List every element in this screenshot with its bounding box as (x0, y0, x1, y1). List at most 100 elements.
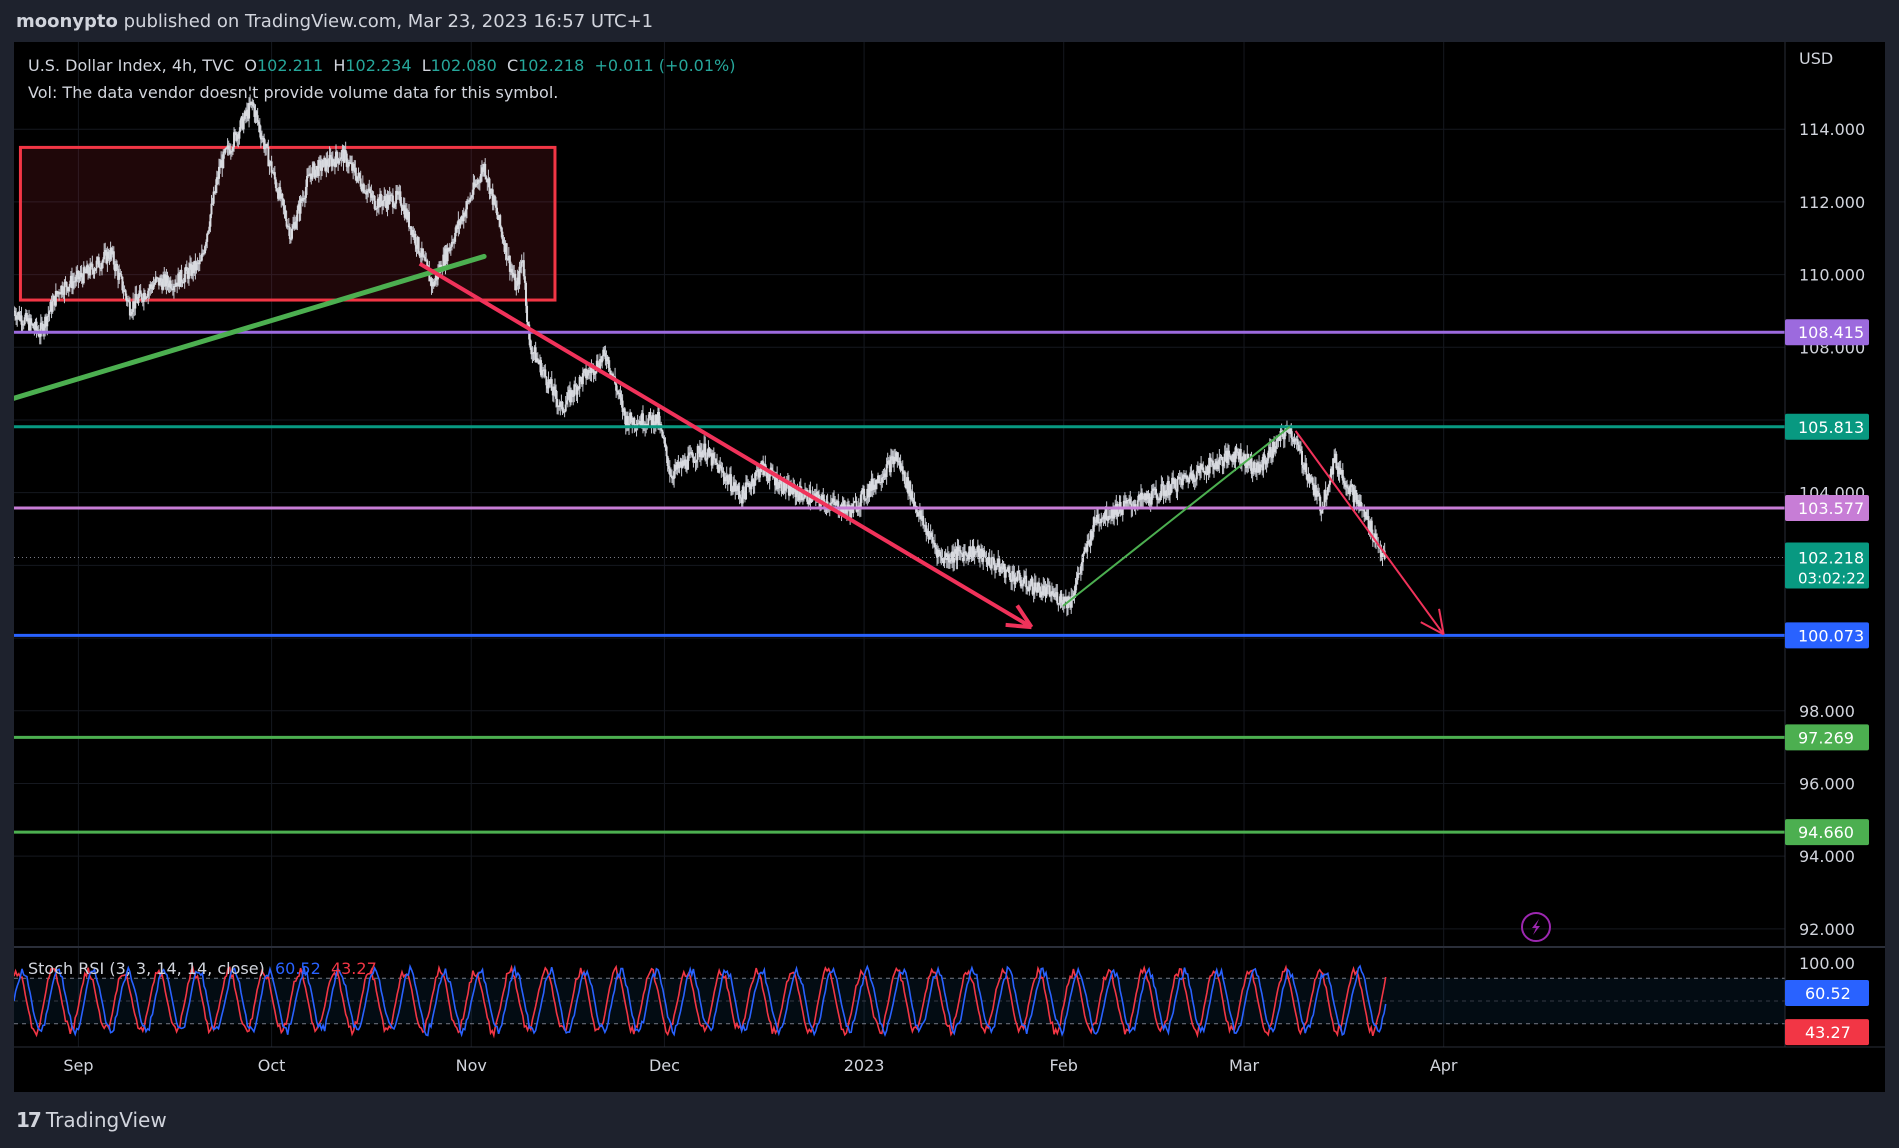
candle-body (338, 160, 341, 164)
candle-body (903, 471, 906, 484)
candle-body (288, 227, 291, 240)
low-label: L (421, 56, 431, 75)
candle-body (990, 557, 993, 569)
chart-legend: U.S. Dollar Index, 4h, TVC O102.211 H102… (28, 52, 735, 106)
level-label: 108.415 (1798, 323, 1864, 342)
price-tick-label: 98.000 (1799, 702, 1855, 721)
time-tick-label: Oct (258, 1056, 286, 1075)
currency-label: USD (1799, 49, 1833, 68)
price-tick-label: 94.000 (1799, 847, 1855, 866)
candle-body (1325, 495, 1328, 500)
candle-body (1038, 582, 1041, 587)
candle-body (704, 443, 707, 460)
stoch-d-label: 43.27 (1805, 1023, 1851, 1042)
candle-body (1160, 484, 1163, 498)
price-tick-label: 96.000 (1799, 774, 1855, 793)
time-tick-label: 2023 (844, 1056, 885, 1075)
arrow-line (418, 261, 1033, 629)
time-tick-label: Apr (1430, 1056, 1458, 1075)
candle-body (1009, 572, 1012, 581)
level-label: 100.073 (1798, 626, 1864, 645)
level-label: 105.813 (1798, 418, 1864, 437)
candle-body (1176, 478, 1179, 492)
range-box (18, 145, 557, 302)
tradingview-logo-icon: 17 (16, 1108, 42, 1132)
candle-body (1195, 471, 1198, 480)
candle-body (1121, 508, 1124, 515)
candle-body (544, 369, 547, 377)
candle-body (1056, 592, 1059, 604)
candle-body (417, 237, 420, 253)
symbol-title[interactable]: U.S. Dollar Index, 4h, TVC (28, 56, 234, 75)
time-tick-label: Dec (649, 1056, 680, 1075)
price-tick-label: 114.000 (1799, 120, 1865, 139)
candle-body (505, 243, 508, 260)
publisher-header: moonypto published on TradingView.com, M… (0, 0, 1899, 42)
change-value: +0.011 (+0.01%) (594, 56, 736, 75)
candle-body (564, 404, 567, 412)
candle-body (780, 479, 783, 492)
lightning-bolt-icon (1532, 919, 1540, 935)
candle-body (51, 301, 54, 312)
candle-body (426, 260, 429, 266)
last-price-label: 102.218 (1798, 548, 1864, 567)
time-tick-label: Sep (63, 1056, 93, 1075)
stoch-k-label: 60.52 (1805, 984, 1851, 1003)
level-label: 94.660 (1798, 823, 1854, 842)
stoch-title[interactable]: Stoch RSI (3, 3, 14, 14, close) (28, 959, 265, 978)
high-label: H (333, 56, 346, 75)
close-label: C (506, 56, 519, 75)
candle-body (665, 446, 668, 457)
price-tick-label: 92.000 (1799, 920, 1855, 939)
candle-body (1025, 575, 1028, 588)
time-tick-label: Feb (1050, 1056, 1078, 1075)
candle-body (526, 305, 529, 322)
chart-frame[interactable]: USD114.000112.000110.000108.000106.00010… (14, 42, 1885, 1092)
candle-body (484, 163, 487, 177)
candle-body (1305, 463, 1308, 475)
candle-body (1174, 479, 1177, 490)
open-value: 102.211 (256, 56, 324, 75)
candle-body (290, 228, 293, 239)
stoch-d-value: 43.27 (330, 959, 377, 978)
low-value: 102.080 (430, 56, 497, 75)
price-tick-label: 112.000 (1799, 193, 1865, 212)
time-tick-label: Mar (1229, 1056, 1260, 1075)
countdown-label: 03:02:22 (1798, 569, 1865, 587)
stoch-tick-label: 100.00 (1799, 954, 1855, 973)
candle-body (48, 311, 51, 315)
candle-body (321, 167, 324, 171)
candle-body (1134, 504, 1137, 507)
publish-info: published on TradingView.com, Mar 23, 20… (123, 10, 654, 32)
candle-body (962, 551, 965, 561)
candle-body (210, 203, 213, 215)
ohlc-legend: U.S. Dollar Index, 4h, TVC O102.211 H102… (28, 52, 735, 79)
author-name[interactable]: moonypto (16, 11, 118, 32)
candle-body (499, 215, 502, 227)
candle-body (922, 515, 925, 526)
candle-body (716, 462, 719, 465)
volume-note: Vol: The data vendor doesn't provide vol… (28, 83, 559, 102)
tradingview-brand[interactable]: TradingView (46, 1108, 167, 1132)
candle-body (649, 412, 652, 417)
open-label: O (244, 56, 257, 75)
tradingview-footer: 17 TradingView (0, 1092, 1899, 1148)
price-tick-label: 110.000 (1799, 266, 1865, 285)
candle-body (296, 210, 299, 222)
stoch-legend: Stoch RSI (3, 3, 14, 14, close) 60.52 43… (28, 959, 377, 978)
chart-canvas[interactable]: USD114.000112.000110.000108.000106.00010… (14, 42, 1885, 1092)
candle-body (65, 281, 68, 288)
close-value: 102.218 (518, 56, 585, 75)
candle-body (407, 211, 410, 228)
level-label: 97.269 (1798, 728, 1854, 747)
stoch-k-value: 60.52 (274, 959, 321, 978)
candle-body (336, 151, 339, 159)
candle-body (281, 193, 284, 199)
time-tick-label: Nov (456, 1056, 487, 1075)
candle-body (608, 367, 611, 371)
arrow-head (1005, 622, 1032, 630)
candle-body (414, 233, 417, 246)
high-value: 102.234 (345, 56, 412, 75)
arrow-line (1294, 430, 1445, 636)
level-label: 103.577 (1798, 499, 1864, 518)
